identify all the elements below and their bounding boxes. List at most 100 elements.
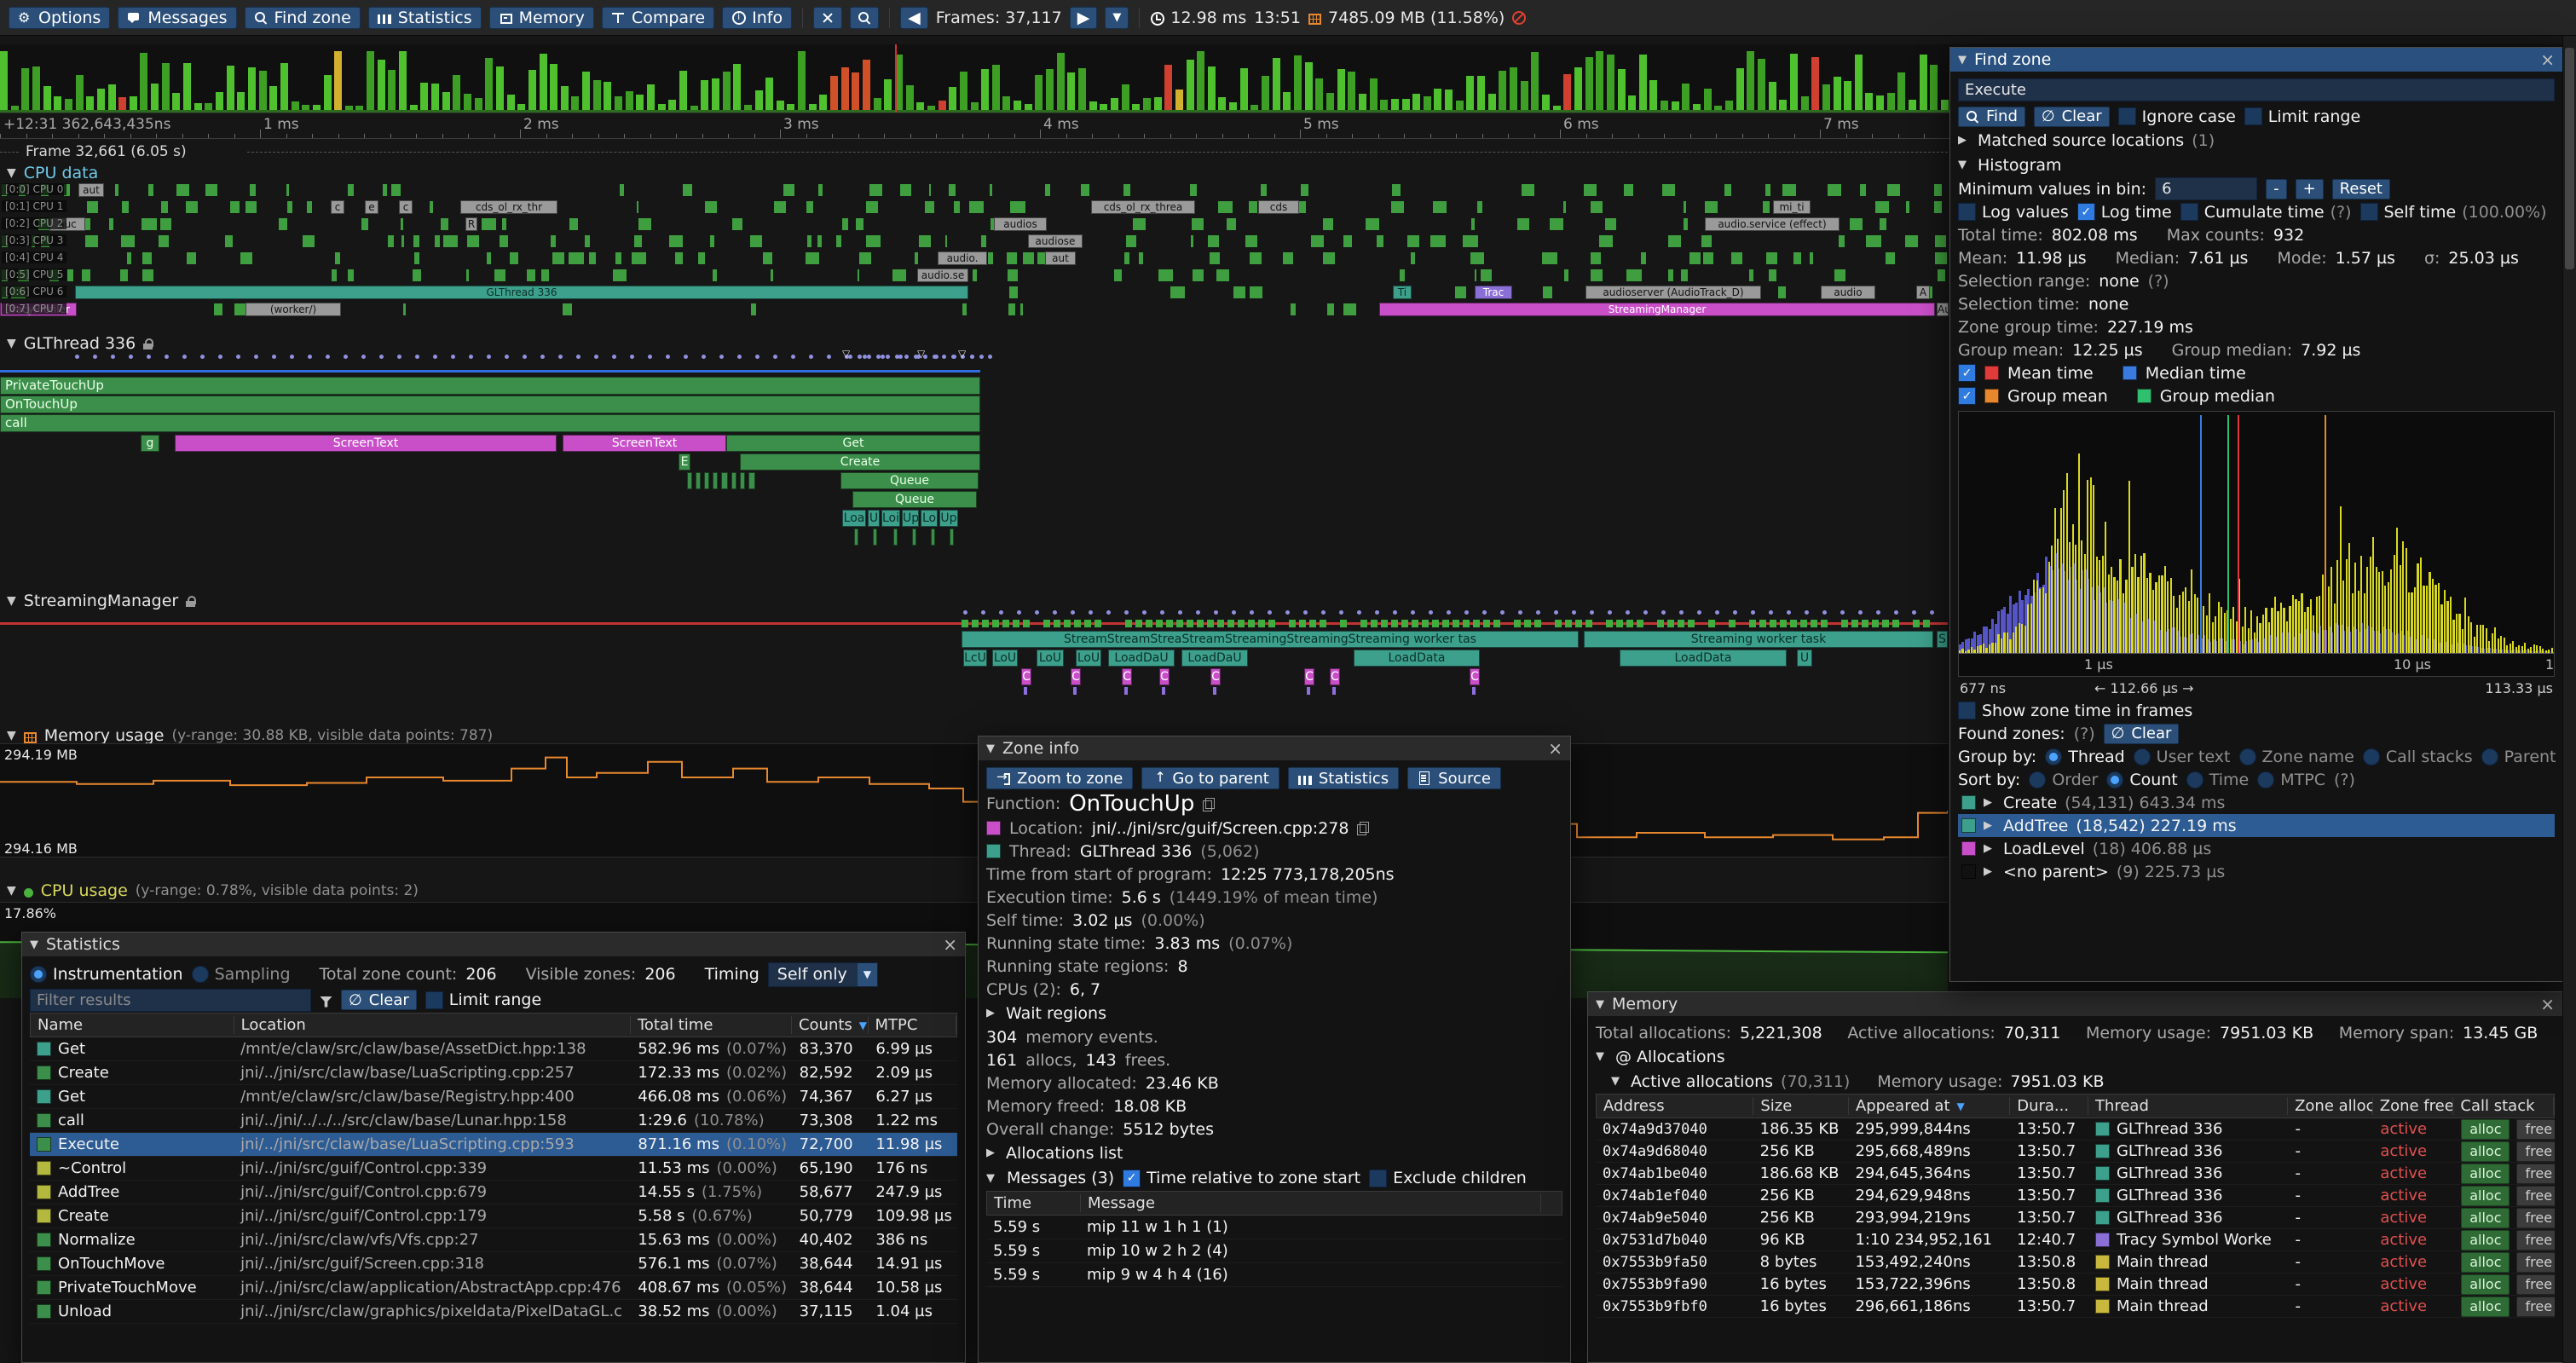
wait-regions-toggle[interactable]: ▶Wait regions	[986, 1001, 1562, 1025]
zone[interactable]: StreamingManager	[1379, 303, 1935, 316]
toolbar-button-statistics[interactable]: Statistics	[368, 7, 482, 29]
toolbar-tool-search-icon[interactable]	[850, 7, 879, 29]
zone[interactable]: Up	[939, 510, 958, 527]
alloc-callstack-button[interactable]: alloc	[2461, 1119, 2510, 1140]
table-row[interactable]: 0x74a9d37040186.35 KB295,999,844ns13:50.…	[1596, 1118, 2555, 1141]
frame-menu-button[interactable]: ▼	[1105, 7, 1129, 29]
collapse-icon[interactable]: ▼	[1958, 54, 1967, 66]
zone[interactable]: LoU	[992, 650, 1018, 667]
toolbar-tool-tools-icon[interactable]	[813, 7, 842, 29]
close-icon[interactable]: ×	[1548, 740, 1562, 757]
zone[interactable]: U	[1797, 650, 1812, 667]
toolbar-button-options[interactable]: Options	[9, 7, 110, 29]
log-values-checkbox[interactable]	[1958, 203, 1976, 221]
zone[interactable]: Create	[740, 453, 980, 471]
zone[interactable]	[893, 528, 898, 546]
zone[interactable]: ScreenText	[175, 435, 557, 452]
show-zone-time-checkbox[interactable]	[1958, 702, 1976, 719]
group-by-zone-name[interactable]	[2239, 748, 2256, 765]
zone[interactable]: A	[1916, 286, 1930, 299]
table-row[interactable]: Createjni/../jni/src/guif/Control.cpp:17…	[30, 1204, 957, 1228]
alloc-callstack-button[interactable]: alloc	[2461, 1164, 2510, 1184]
zone[interactable]: Lo	[921, 510, 938, 527]
decrement-button[interactable]: -	[2266, 179, 2287, 199]
increment-button[interactable]: +	[2296, 179, 2324, 199]
toolbar-button-info[interactable]: Info	[722, 7, 792, 29]
timing-combo[interactable]: Self only▼	[768, 962, 878, 987]
collapse-icon[interactable]: ▼	[986, 742, 995, 755]
zone[interactable]	[721, 472, 728, 489]
table-row[interactable]: calljni/../jni/../../../src/claw/base/Lu…	[30, 1109, 957, 1133]
zone[interactable]: c	[399, 200, 413, 214]
collapse-icon[interactable]: ▼	[30, 939, 38, 951]
button-zoom-to-zone[interactable]: Zoom to zone	[986, 767, 1133, 789]
section-header-streamingmanager[interactable]: ▼StreamingManager	[7, 592, 196, 610]
message-row[interactable]: 5.59 smip 11 w 1 h 1 (1)	[986, 1216, 1562, 1239]
zone[interactable]: aut	[1045, 251, 1076, 265]
column-header-address[interactable]: Address	[1597, 1097, 1753, 1115]
column-header-total-time[interactable]: Total time	[631, 1016, 792, 1034]
zone[interactable]: E	[679, 453, 690, 471]
zone[interactable]: GLThread 336	[75, 286, 968, 299]
zone[interactable]: Up	[902, 510, 919, 527]
table-row[interactable]: 0x74ab1be040186.68 KB294,645,364ns13:50.…	[1596, 1163, 2555, 1185]
find-zone-titlebar[interactable]: ▼ Find zone ×	[1950, 48, 2562, 72]
memory-usage-plot[interactable]	[0, 743, 1948, 858]
table-row[interactable]: 0x7531d7b04096 KB1:10 234,952,16112:40.7…	[1596, 1229, 2555, 1251]
zone[interactable]	[687, 472, 692, 489]
button-go-to-parent[interactable]: Go to parent	[1141, 767, 1279, 789]
zone[interactable]: LcU	[963, 650, 987, 667]
find-zone-query-input[interactable]	[1958, 78, 2555, 101]
toolbar-button-memory[interactable]: Memory	[489, 7, 594, 29]
zone[interactable]: LoU	[1076, 650, 1101, 667]
zone[interactable]: Trac	[1475, 286, 1512, 299]
table-row[interactable]: 0x74a9d68040256 KB295,668,489ns13:50.7GL…	[1596, 1141, 2555, 1163]
toolbar-button-messages[interactable]: Messages	[118, 7, 236, 29]
copy-icon[interactable]	[1357, 822, 1368, 835]
sort-by-count[interactable]	[2106, 771, 2123, 788]
free-callstack-button[interactable]: free	[2516, 1297, 2555, 1317]
self-time-checkbox[interactable]	[2360, 203, 2378, 221]
log-time-checkbox[interactable]: ✓	[2077, 203, 2095, 221]
zone[interactable]: g	[141, 435, 159, 452]
cumulate-time-checkbox[interactable]	[2180, 203, 2198, 221]
zone[interactable]	[713, 472, 718, 489]
table-row[interactable]: OnTouchMovejni/../jni/src/guif/Screen.cp…	[30, 1252, 957, 1276]
free-callstack-button[interactable]: free	[2516, 1208, 2555, 1228]
zone[interactable]: LoadData	[1354, 650, 1480, 667]
zone[interactable]: audio.service (effect)	[1705, 217, 1840, 231]
limit-range-checkbox[interactable]	[2244, 107, 2262, 125]
free-callstack-button[interactable]: free	[2516, 1119, 2555, 1140]
zone[interactable]: C	[1122, 668, 1132, 685]
memory-titlebar[interactable]: ▼ Memory ×	[1588, 992, 2562, 1016]
zone[interactable]: Loi	[881, 510, 900, 527]
vertical-scrollbar[interactable]	[2562, 36, 2576, 1363]
zone[interactable]: aut	[78, 183, 104, 197]
filter-input[interactable]	[30, 989, 311, 1012]
table-row[interactable]: Unloadjni/../jni/src/claw/graphics/pixel…	[30, 1300, 957, 1324]
zone[interactable]: audio	[1821, 286, 1875, 299]
zone[interactable]: ScreenText	[563, 435, 726, 452]
legend-checkbox[interactable]: ✓	[1958, 387, 1976, 405]
section-header-glthread-336[interactable]: ▼GLThread 336	[7, 334, 153, 353]
table-row[interactable]: ~Controljni/../jni/src/guif/Control.cpp:…	[30, 1157, 957, 1181]
zone[interactable]: audios	[994, 217, 1047, 231]
table-row[interactable]: 0x7553b9fa9016 bytes153,722,396ns13:50.8…	[1596, 1273, 2555, 1296]
table-row[interactable]: Executejni/../jni/src/claw/base/LuaScrip…	[30, 1133, 957, 1157]
alloc-callstack-button[interactable]: alloc	[2461, 1186, 2510, 1206]
zone[interactable]: C	[1304, 668, 1314, 685]
table-row[interactable]: 0x7553b9fa508 bytes153,492,240ns13:50.8M…	[1596, 1251, 2555, 1273]
zone[interactable]: C	[1470, 668, 1480, 685]
thread-zone[interactable]: PrivateTouchUp	[0, 377, 980, 395]
zone[interactable]: Aud	[1937, 303, 1949, 316]
zone[interactable]: C	[1021, 668, 1031, 685]
statistics-titlebar[interactable]: ▼ Statistics ×	[22, 933, 965, 956]
reset-button[interactable]: Reset	[2332, 179, 2390, 199]
group-by-user-text[interactable]	[2134, 748, 2151, 765]
toolbar-button-compare[interactable]: Compare	[602, 7, 714, 29]
zone[interactable]	[704, 472, 709, 489]
zone[interactable]: S	[1937, 631, 1948, 648]
message-row[interactable]: 5.59 smip 9 w 4 h 4 (16)	[986, 1263, 1562, 1287]
free-callstack-button[interactable]: free	[2516, 1141, 2555, 1162]
zone[interactable]: Queue	[840, 472, 979, 489]
